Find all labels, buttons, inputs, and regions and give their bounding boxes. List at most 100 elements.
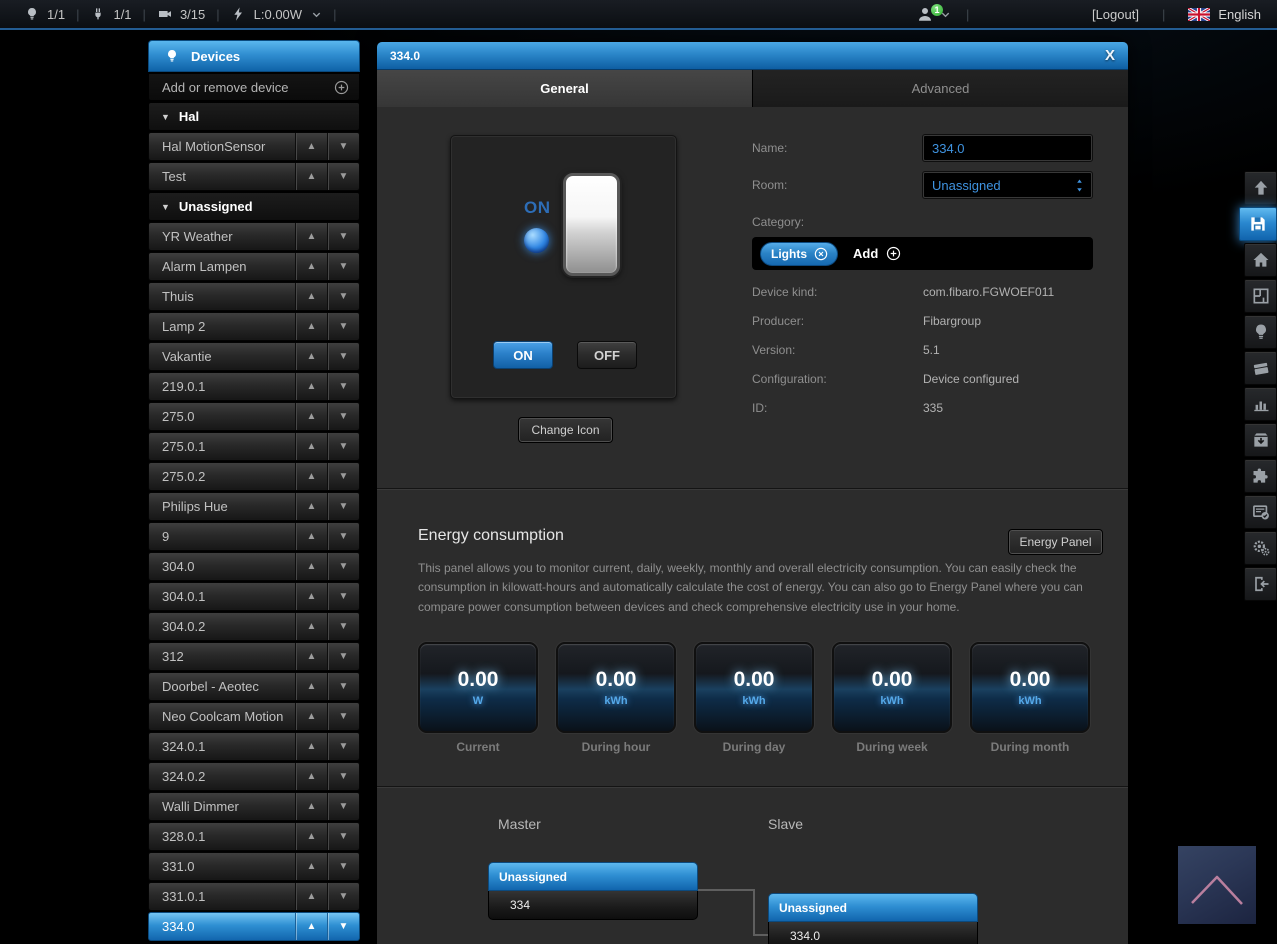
sidebar-item-275-0[interactable]: 275.0▲▼: [148, 402, 360, 431]
move-down-button[interactable]: ▼: [327, 853, 359, 880]
sidebar-item-thuis[interactable]: Thuis▲▼: [148, 282, 360, 311]
dialog-titlebar[interactable]: 334.0 X: [377, 42, 1128, 70]
sidebar-item-doorbel-aeotec[interactable]: Doorbel - Aeotec▲▼: [148, 672, 360, 701]
room-select[interactable]: Unassigned: [923, 172, 1092, 198]
status-bulb[interactable]: 1/1: [24, 6, 65, 22]
move-down-button[interactable]: ▼: [327, 733, 359, 760]
move-up-button[interactable]: ▲: [295, 703, 327, 730]
sidebar-item-275-0-1[interactable]: 275.0.1▲▼: [148, 432, 360, 461]
sidebar-item-lamp-2[interactable]: Lamp 2▲▼: [148, 312, 360, 341]
move-up-button[interactable]: ▲: [295, 163, 327, 190]
toolbar-save-button[interactable]: [1239, 207, 1277, 241]
tab-general[interactable]: General: [377, 70, 753, 107]
toolbar-cameras-button[interactable]: [1244, 351, 1277, 385]
move-down-button[interactable]: ▼: [327, 763, 359, 790]
move-down-button[interactable]: ▼: [327, 613, 359, 640]
move-up-button[interactable]: ▲: [295, 343, 327, 370]
move-down-button[interactable]: ▼: [327, 463, 359, 490]
language-selector[interactable]: English: [1188, 7, 1261, 22]
category-tag-lights[interactable]: Lights: [760, 242, 838, 266]
move-down-button[interactable]: ▼: [327, 523, 359, 550]
toolbar-plugins-button[interactable]: [1244, 459, 1277, 493]
move-down-button[interactable]: ▼: [327, 373, 359, 400]
sidebar-item-test[interactable]: Test▲▼: [148, 162, 360, 191]
move-down-button[interactable]: ▼: [327, 133, 359, 160]
move-down-button[interactable]: ▼: [327, 583, 359, 610]
move-up-button[interactable]: ▲: [295, 283, 327, 310]
toolbar-exit-button[interactable]: [1244, 567, 1277, 601]
move-up-button[interactable]: ▲: [295, 613, 327, 640]
close-icon[interactable]: X: [1105, 47, 1115, 64]
user-menu[interactable]: 1 |: [916, 0, 980, 28]
move-up-button[interactable]: ▲: [295, 373, 327, 400]
master-group-header[interactable]: Unassigned: [488, 862, 698, 891]
sidebar-item-219-0-1[interactable]: 219.0.1▲▼: [148, 372, 360, 401]
sidebar-item-331-0[interactable]: 331.0▲▼: [148, 852, 360, 881]
sidebar-item-304-0[interactable]: 304.0▲▼: [148, 552, 360, 581]
sidebar-item-324-0-2[interactable]: 324.0.2▲▼: [148, 762, 360, 791]
move-up-button[interactable]: ▲: [295, 913, 327, 940]
status-camera[interactable]: 3/15: [157, 6, 205, 22]
sidebar-item-334-0[interactable]: 334.0▲▼: [148, 912, 360, 941]
move-up-button[interactable]: ▲: [295, 793, 327, 820]
add-or-remove-device-button[interactable]: Add or remove device: [148, 73, 360, 101]
sidebar-item-275-0-2[interactable]: 275.0.2▲▼: [148, 462, 360, 491]
turn-off-button[interactable]: OFF: [577, 341, 637, 369]
sidebar-item-324-0-1[interactable]: 324.0.1▲▼: [148, 732, 360, 761]
move-down-button[interactable]: ▼: [327, 673, 359, 700]
move-down-button[interactable]: ▼: [327, 163, 359, 190]
name-input[interactable]: [923, 135, 1092, 161]
status-bolt[interactable]: L:0.00W: [231, 6, 322, 22]
toolbar-devices-button[interactable]: [1244, 315, 1277, 349]
toolbar-settings-button[interactable]: [1244, 531, 1277, 565]
sidebar-section-hal[interactable]: ▼Hal: [148, 102, 360, 131]
logout-link[interactable]: [Logout]: [1092, 7, 1139, 22]
move-down-button[interactable]: ▼: [327, 823, 359, 850]
move-down-button[interactable]: ▼: [327, 493, 359, 520]
remove-category-icon[interactable]: [813, 246, 829, 262]
move-down-button[interactable]: ▼: [327, 253, 359, 280]
move-down-button[interactable]: ▼: [327, 343, 359, 370]
master-group-item[interactable]: 334: [488, 891, 698, 920]
move-up-button[interactable]: ▲: [295, 553, 327, 580]
move-down-button[interactable]: ▼: [327, 793, 359, 820]
energy-panel-button[interactable]: Energy Panel: [1009, 530, 1102, 554]
move-up-button[interactable]: ▲: [295, 853, 327, 880]
move-up-button[interactable]: ▲: [295, 583, 327, 610]
move-down-button[interactable]: ▼: [327, 433, 359, 460]
move-up-button[interactable]: ▲: [295, 823, 327, 850]
move-down-button[interactable]: ▼: [327, 283, 359, 310]
slave-group-header[interactable]: Unassigned: [768, 893, 978, 922]
move-down-button[interactable]: ▼: [327, 643, 359, 670]
move-up-button[interactable]: ▲: [295, 403, 327, 430]
move-down-button[interactable]: ▼: [327, 703, 359, 730]
move-up-button[interactable]: ▲: [295, 313, 327, 340]
sidebar-item-yr-weather[interactable]: YR Weather▲▼: [148, 222, 360, 251]
sidebar-section-unassigned[interactable]: ▼Unassigned: [148, 192, 360, 221]
toolbar-statistics-button[interactable]: [1244, 387, 1277, 421]
sidebar-item-9[interactable]: 9▲▼: [148, 522, 360, 551]
sidebar-item-philips-hue[interactable]: Philips Hue▲▼: [148, 492, 360, 521]
move-up-button[interactable]: ▲: [295, 883, 327, 910]
sidebar-item-304-0-2[interactable]: 304.0.2▲▼: [148, 612, 360, 641]
tab-advanced[interactable]: Advanced: [753, 70, 1128, 107]
sidebar-item-312[interactable]: 312▲▼: [148, 642, 360, 671]
toolbar-panels-button[interactable]: [1244, 495, 1277, 529]
move-down-button[interactable]: ▼: [327, 913, 359, 940]
sidebar-item-neo-coolcam-motion[interactable]: Neo Coolcam Motion▲▼: [148, 702, 360, 731]
turn-on-button[interactable]: ON: [493, 341, 553, 369]
slave-group-item[interactable]: 334.0: [768, 922, 978, 944]
move-up-button[interactable]: ▲: [295, 253, 327, 280]
sidebar-item-hal-motionsensor[interactable]: Hal MotionSensor▲▼: [148, 132, 360, 161]
toolbar-updates-button[interactable]: [1244, 423, 1277, 457]
sidebar-item-328-0-1[interactable]: 328.0.1▲▼: [148, 822, 360, 851]
move-up-button[interactable]: ▲: [295, 763, 327, 790]
toolbar-rooms-button[interactable]: [1244, 279, 1277, 313]
toolbar-home-button[interactable]: [1244, 243, 1277, 277]
add-category-button[interactable]: Add: [853, 245, 902, 262]
change-icon-button[interactable]: Change Icon: [519, 418, 612, 442]
move-down-button[interactable]: ▼: [327, 223, 359, 250]
move-up-button[interactable]: ▲: [295, 733, 327, 760]
toolbar-arrow-up-button[interactable]: [1244, 171, 1277, 205]
move-down-button[interactable]: ▼: [327, 403, 359, 430]
